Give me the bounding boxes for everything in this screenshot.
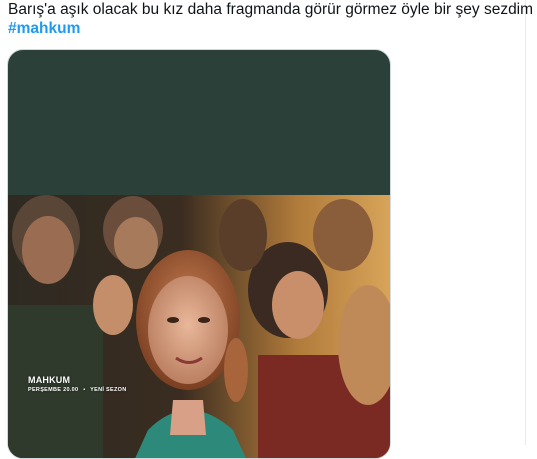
season-label: YENİ SEZON	[90, 387, 127, 393]
video-still-image	[8, 195, 390, 458]
tweet-media-video[interactable]: MAHKUM PERŞEMBE 20.00 • YENİ SEZON	[7, 49, 391, 459]
air-day-time: PERŞEMBE 20.00	[28, 387, 79, 393]
tweet-text: Barış'a aşık olacak bu kız daha fragmand…	[8, 0, 534, 38]
schedule-separator: •	[83, 387, 86, 393]
show-title: MAHKUM	[28, 375, 71, 385]
hashtag-link[interactable]: #mahkum	[8, 19, 518, 38]
tweet-text-line: Barış'a aşık olacak bu kız daha fragmand…	[8, 1, 534, 18]
timeline-divider	[525, 0, 526, 445]
show-schedule: PERŞEMBE 20.00 • YENİ SEZON	[28, 387, 126, 393]
video-frame[interactable]: MAHKUM PERŞEMBE 20.00 • YENİ SEZON	[8, 195, 390, 458]
